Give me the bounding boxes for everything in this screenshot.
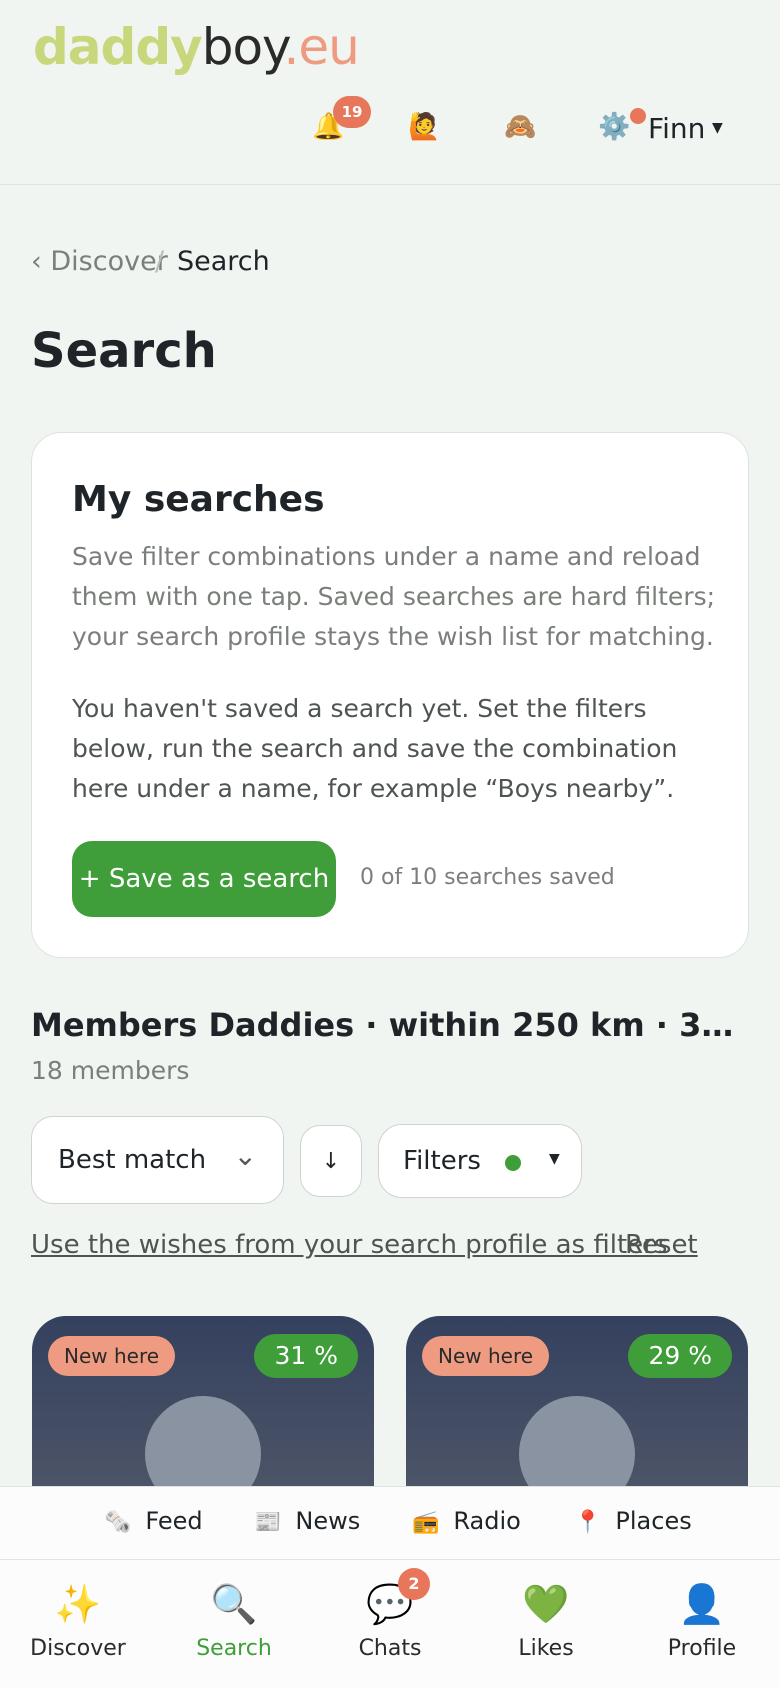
tab-chats[interactable]: 💬 Chats <box>312 1578 468 1661</box>
settings-alert-dot <box>630 108 646 124</box>
sparkles-icon: ✨ <box>54 1582 102 1626</box>
bottom-tab-bar: ✨ Discover 🔍 Search 💬 Chats 💚 Likes 👤 Pr… <box>0 1560 780 1688</box>
gear-icon[interactable]: ⚙️ <box>598 112 630 142</box>
breadcrumb-separator: / <box>155 246 165 277</box>
my-searches-card: My searches Save filter combinations und… <box>31 432 749 958</box>
nav-places[interactable]: 📍 Places <box>574 1507 692 1535</box>
radio-icon: 📻 <box>412 1510 440 1535</box>
logo[interactable]: daddyboy.eu <box>33 18 360 76</box>
caret-down-icon[interactable]: ▼ <box>712 120 723 136</box>
results-title: Members Daddies · within 250 km · 35 to … <box>31 1006 751 1044</box>
results-count: 18 members <box>31 1056 190 1085</box>
notification-badge: 19 <box>333 96 371 128</box>
my-searches-description: Save filter combinations under a name an… <box>72 542 716 651</box>
secondary-nav: 🗞️ Feed 📰 News 📻 Radio 📍 Places <box>0 1486 780 1560</box>
save-search-button[interactable]: + Save as a search <box>72 841 336 917</box>
tab-profile[interactable]: 👤 Profile <box>624 1578 780 1661</box>
reset-link[interactable]: Reset <box>625 1230 698 1260</box>
nav-feed[interactable]: 🗞️ Feed <box>104 1507 203 1535</box>
saved-searches-count: 0 of 10 searches saved <box>360 865 615 890</box>
user-menu[interactable]: Finn <box>648 112 705 145</box>
my-searches-title: My searches <box>72 479 325 520</box>
newspaper-icon: 📰 <box>254 1510 282 1535</box>
chats-badge: 2 <box>398 1568 430 1600</box>
nav-radio[interactable]: 📻 Radio <box>412 1507 521 1535</box>
see-no-evil-monkey-icon[interactable]: 🙈 <box>504 112 536 142</box>
filters-button[interactable]: Filters ▼ <box>378 1124 582 1198</box>
pin-icon: 📍 <box>574 1510 602 1535</box>
person-raising-hand-icon[interactable]: 🙋 <box>408 112 440 142</box>
green-heart-icon: 💚 <box>522 1582 570 1626</box>
match-percent-badge: 29 % <box>628 1334 732 1378</box>
new-here-badge: New here <box>422 1336 550 1376</box>
my-searches-empty-text: You haven't saved a search yet. Set the … <box>72 694 678 803</box>
tab-likes[interactable]: 💚 Likes <box>468 1578 624 1661</box>
tab-search[interactable]: 🔍 Search <box>156 1578 312 1661</box>
app-header: daddyboy.eu 🔔 19 🙋 🙈 ⚙️ Finn ▼ <box>0 0 780 185</box>
filters-label: Filters <box>403 1146 481 1176</box>
newspaper-roll-icon: 🗞️ <box>104 1510 132 1535</box>
page-title: Search <box>31 323 217 379</box>
breadcrumb-discover[interactable]: ‹ Discover <box>31 246 168 277</box>
filters-active-dot <box>505 1155 521 1171</box>
nav-news[interactable]: 📰 News <box>254 1507 360 1535</box>
new-here-badge: New here <box>48 1336 176 1376</box>
magnifier-icon: 🔍 <box>210 1582 258 1626</box>
person-silhouette-icon: 👤 <box>678 1582 726 1626</box>
tab-discover[interactable]: ✨ Discover <box>0 1578 156 1661</box>
sort-select-value: Best match <box>58 1145 207 1175</box>
breadcrumb-current: Search <box>177 246 270 277</box>
caret-down-icon: ▼ <box>549 1151 560 1167</box>
chevron-down-icon: ⌄ <box>233 1139 257 1172</box>
sort-select[interactable]: Best match ⌄ <box>31 1116 284 1204</box>
match-percent-badge: 31 % <box>254 1334 358 1378</box>
use-wishes-link[interactable]: Use the wishes from your search profile … <box>31 1230 667 1260</box>
sort-direction-button[interactable]: ↓ <box>300 1125 362 1197</box>
speech-bubble-icon: 💬 <box>366 1582 414 1626</box>
